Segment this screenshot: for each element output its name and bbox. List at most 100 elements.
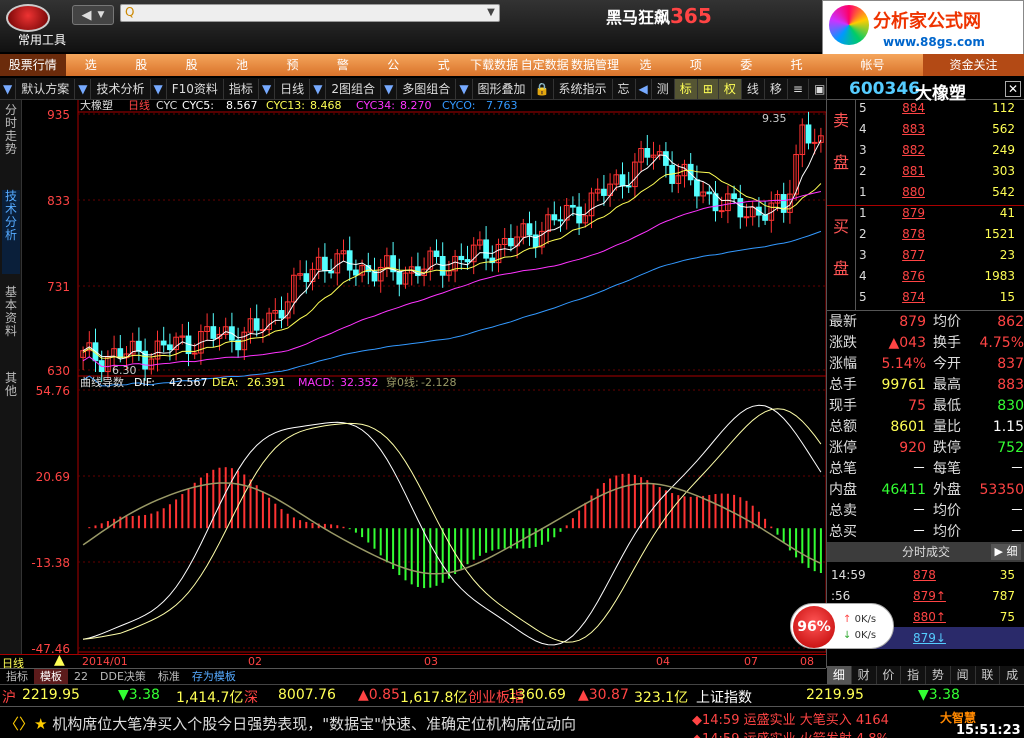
volume: 562 — [992, 122, 1015, 136]
quote-tab[interactable]: 指 — [901, 666, 926, 684]
toolbar-item[interactable]: 移 — [765, 78, 788, 99]
quote-tab[interactable]: 闻 — [951, 666, 976, 684]
menu-item[interactable]: 警 — [318, 54, 368, 76]
quote-tab[interactable]: 财 — [852, 666, 877, 684]
menu-item[interactable]: 式 — [419, 54, 469, 76]
toolbar-item[interactable]: ▼ — [456, 78, 473, 99]
account-menu-item[interactable]: 资金关注 — [923, 54, 1024, 76]
template-tab[interactable]: 模板 — [34, 669, 68, 684]
toolbar-item[interactable]: 指标 — [224, 78, 259, 99]
order-book-row[interactable]: 5 874 15 — [827, 290, 1024, 311]
toolbar-item[interactable]: ▼ — [151, 78, 167, 99]
menu-item[interactable]: 池 — [217, 54, 267, 76]
order-book-row[interactable]: 5 884 112 — [827, 101, 1024, 122]
price: 882 — [902, 143, 925, 157]
toolbar-item[interactable]: ▼ — [0, 78, 17, 99]
kline-chart[interactable]: 93583373163054.7620.69-13.38-47.469.356.… — [22, 100, 826, 656]
news-text[interactable]: 〈〉★ 机构席位大笔净买入个股今日强势表现，"数据宝"快速、准确定位机构席位动向 — [4, 713, 688, 737]
order-book-row[interactable]: 2 878 1521 — [827, 227, 1024, 248]
quote-tab[interactable]: 成 — [1000, 666, 1024, 684]
menu-item[interactable]: 委 — [721, 54, 771, 76]
quote-tab[interactable]: 势 — [926, 666, 951, 684]
template-tab[interactable]: DDE决策 — [94, 669, 152, 684]
period-triangle-icon[interactable]: ▲ — [54, 652, 65, 668]
toolbar-item[interactable]: 🔒 — [532, 78, 554, 99]
menu-item[interactable]: 股 — [166, 54, 216, 76]
order-book-row[interactable]: 1 879 41 — [827, 206, 1024, 227]
order-book-row[interactable]: 4 883 562 — [827, 122, 1024, 143]
quote-tab[interactable]: 价 — [877, 666, 902, 684]
menu-item[interactable]: 选 — [620, 54, 670, 76]
quote-value: 837 — [997, 356, 1024, 372]
toolbar-item[interactable]: 技术分析 — [91, 78, 151, 99]
price: 884 — [902, 101, 925, 115]
toolbar-item[interactable]: ≡ — [788, 78, 809, 99]
template-tab[interactable]: 存为模板 — [186, 669, 242, 684]
menu-item[interactable]: 下载数据 — [469, 54, 519, 76]
toolbar-item[interactable]: ▼ — [310, 78, 327, 99]
toolbar-item[interactable]: ◀ — [636, 78, 652, 99]
menu-item[interactable]: 预 — [267, 54, 317, 76]
brand-banner[interactable]: 分析家公式网 www.88gs.com — [822, 0, 1024, 56]
alert-item[interactable]: ◆14:59 运盛实业 大笔买入 4164 — [692, 709, 932, 728]
back-button[interactable]: ◀ ▼ — [72, 5, 114, 25]
menu-item[interactable]: 托 — [771, 54, 821, 76]
address-dropdown-icon[interactable]: ▼ — [482, 4, 500, 22]
order-book-row[interactable]: 3 877 23 — [827, 248, 1024, 269]
tools-menu[interactable]: 常用工具 — [18, 31, 66, 48]
toolbar-item[interactable]: 忘 — [613, 78, 636, 99]
order-book-row[interactable]: 4 876 1983 — [827, 269, 1024, 290]
period-label[interactable]: 日线 — [2, 655, 24, 671]
order-book-row[interactable]: 2 881 303 — [827, 164, 1024, 185]
toolbar-item[interactable]: 图形叠加 — [473, 78, 532, 99]
menu-item[interactable]: 公 — [368, 54, 418, 76]
quote-tab[interactable]: 联 — [976, 666, 1001, 684]
menu-item[interactable]: 股 — [116, 54, 166, 76]
toolbar-item[interactable]: ⊞ — [697, 78, 719, 99]
toolbar-item[interactable]: 权 — [718, 78, 742, 99]
alert-item[interactable]: ◆14:59 运盛实业 火箭发射 4.8% — [692, 728, 932, 738]
order-book-row[interactable]: 3 882 249 — [827, 143, 1024, 164]
order-book-row[interactable]: 1 880 542 — [827, 185, 1024, 206]
arrows-star-icon[interactable]: 〈〉★ — [4, 715, 52, 733]
level: 4 — [859, 269, 867, 283]
menu-item[interactable]: 选 — [66, 54, 116, 76]
toolbar-item[interactable]: 默认方案 — [16, 78, 76, 99]
toolbar-item[interactable]: ▼ — [75, 78, 92, 99]
trade-volume: 35 — [999, 568, 1015, 582]
index-value: ▲30.87 — [578, 687, 629, 703]
index-value: ▼3.38 — [118, 687, 160, 703]
menu-item[interactable]: 自定数据 — [519, 54, 569, 76]
toolbar-item[interactable]: 日线 — [275, 78, 311, 99]
toolbar-item[interactable]: 系统指示 — [554, 78, 613, 99]
alert-list[interactable]: ◆14:59 运盛实业 大笔买入 4164 ◆14:59 运盛实业 火箭发射 4… — [692, 709, 932, 738]
toolbar-item[interactable]: 2图组合 — [326, 78, 382, 99]
toolbar-item[interactable]: 标 — [674, 78, 698, 99]
address-field[interactable]: Q — [120, 4, 500, 22]
menu-item[interactable]: 项 — [671, 54, 721, 76]
toolbar-item[interactable]: F10资料 — [167, 78, 224, 99]
left-tab[interactable]: 其他 — [2, 372, 20, 412]
network-speed-widget[interactable]: 96% ↑ 0K/s ↓ 0K/s — [790, 603, 894, 649]
close-icon[interactable]: ✕ — [1005, 81, 1021, 97]
toolbar-item[interactable]: ▼ — [259, 78, 276, 99]
template-tab[interactable]: 标准 — [152, 669, 186, 684]
left-tab[interactable]: 技术分析 — [2, 190, 20, 274]
menu-item[interactable]: 数据管理 — [570, 54, 620, 76]
toolbar-item[interactable]: 测 — [652, 78, 675, 99]
trade-row[interactable]: 14:59 878 35 — [827, 564, 1024, 586]
toolbar-item[interactable]: ▼ — [381, 78, 398, 99]
left-tab[interactable]: 分时走势 — [2, 104, 20, 168]
macd-value: 42.567 — [169, 376, 208, 389]
menu-item[interactable]: 股票行情 — [0, 54, 66, 76]
quote-value: 8601 — [890, 419, 926, 435]
quote-tab[interactable]: 细 — [827, 666, 852, 684]
toolbar-item[interactable]: 多图组合 — [397, 78, 457, 99]
template-tab[interactable]: 指标 — [0, 669, 34, 684]
template-tab[interactable]: 22 — [68, 669, 94, 684]
left-tab[interactable]: 基本资料 — [2, 286, 20, 350]
account-menu-item[interactable]: 帐号 — [822, 54, 923, 76]
level: 1 — [859, 206, 867, 220]
toolbar-item[interactable]: 线 — [742, 78, 765, 99]
detail-button[interactable]: ▶ 细 — [991, 544, 1021, 560]
